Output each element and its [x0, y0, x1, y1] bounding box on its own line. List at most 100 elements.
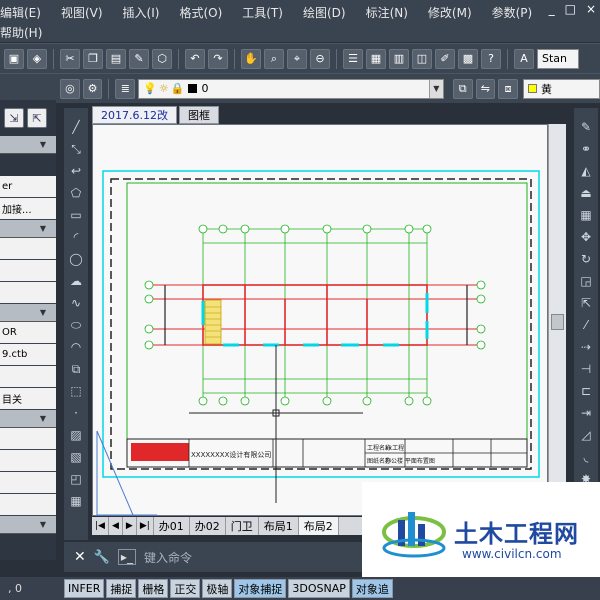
- prev-tab-icon[interactable]: ◀: [109, 517, 123, 535]
- palette-section-header[interactable]: ▼: [0, 516, 56, 534]
- mirror-icon[interactable]: ◭: [577, 162, 595, 180]
- hatch-icon[interactable]: ▨: [67, 426, 85, 444]
- minimize-button[interactable]: _: [549, 2, 555, 16]
- menu-help[interactable]: 帮助(H): [0, 24, 52, 41]
- spline-icon[interactable]: ∿: [67, 294, 85, 312]
- tab-drawing-frame[interactable]: 图框: [178, 106, 219, 124]
- redo-icon[interactable]: ↷: [208, 48, 228, 69]
- tab-layout-gatehouse[interactable]: 门卫: [226, 517, 259, 535]
- text-style-select[interactable]: Stan: [537, 48, 579, 69]
- toggle-infer[interactable]: INFER: [64, 579, 105, 598]
- palette-section-header[interactable]: ▼: [0, 136, 56, 154]
- help-icon[interactable]: ?: [481, 48, 501, 69]
- menu-view[interactable]: 视图(V): [51, 4, 113, 21]
- toggle-polar[interactable]: 极轴: [202, 579, 233, 598]
- join-icon[interactable]: ⇥: [577, 404, 595, 422]
- tab-layout-office02[interactable]: 办02: [190, 517, 226, 535]
- pan-icon[interactable]: ✋: [241, 48, 261, 69]
- scale-icon[interactable]: ◲: [577, 272, 595, 290]
- make-current-icon[interactable]: ⧉: [452, 78, 473, 99]
- tab-layout-1[interactable]: 布局1: [259, 517, 299, 535]
- text-style-icon[interactable]: A: [514, 48, 534, 69]
- polygon-icon[interactable]: ⬠: [67, 184, 85, 202]
- menu-parameters[interactable]: 参数(P): [482, 4, 543, 21]
- zoom-realtime-icon[interactable]: ⌕: [264, 48, 284, 69]
- calculator-icon[interactable]: ▩: [458, 48, 478, 69]
- move-icon[interactable]: ✥: [577, 228, 595, 246]
- ellipse-icon[interactable]: ⬭: [67, 316, 85, 334]
- toggle-ortho[interactable]: 正交: [170, 579, 201, 598]
- color-select[interactable]: 黄: [523, 78, 600, 99]
- toggle-grid[interactable]: 栅格: [138, 579, 169, 598]
- markup-icon[interactable]: ✐: [435, 48, 455, 69]
- rectangle-icon[interactable]: ▭: [67, 206, 85, 224]
- menu-dimension[interactable]: 标注(N): [356, 4, 418, 21]
- table-icon[interactable]: ▦: [67, 492, 85, 510]
- palette-item[interactable]: 目关: [0, 388, 56, 410]
- workspace-icon[interactable]: ◎: [60, 78, 80, 99]
- palette-filter-icon[interactable]: ⇲: [4, 108, 24, 128]
- erase-icon[interactable]: ✎: [577, 118, 595, 136]
- palette-item[interactable]: [0, 238, 56, 260]
- palette-item[interactable]: [0, 366, 56, 388]
- sheet-set-icon[interactable]: ◫: [412, 48, 432, 69]
- toggle-3dosnap[interactable]: 3DOSNAP: [288, 579, 350, 598]
- workspace-settings-icon[interactable]: ⚙: [82, 78, 103, 99]
- chamfer-icon[interactable]: ◿: [577, 426, 595, 444]
- paste-icon[interactable]: ▤: [106, 48, 126, 69]
- palette-item[interactable]: [0, 428, 56, 450]
- break-at-point-icon[interactable]: ⊣: [577, 360, 595, 378]
- menu-tools[interactable]: 工具(T): [232, 4, 293, 21]
- last-tab-icon[interactable]: ▶|: [137, 517, 154, 535]
- layer-select[interactable]: 💡 ☼ 🔒 0 ▼: [138, 78, 444, 99]
- menu-modify[interactable]: 修改(M): [418, 4, 482, 21]
- zoom-window-icon[interactable]: ⌖: [287, 48, 307, 69]
- region-icon[interactable]: ◰: [67, 470, 85, 488]
- palette-item[interactable]: [0, 472, 56, 494]
- revision-cloud-icon[interactable]: ☁: [67, 272, 85, 290]
- tool-palettes-icon[interactable]: ▥: [389, 48, 409, 69]
- array-icon[interactable]: ▦: [577, 206, 595, 224]
- cut-icon[interactable]: ✂: [60, 48, 80, 69]
- palette-item[interactable]: [0, 260, 56, 282]
- fillet-icon[interactable]: ◟: [577, 448, 595, 466]
- menu-format[interactable]: 格式(O): [169, 4, 232, 21]
- offset-icon[interactable]: ⏏: [577, 184, 595, 202]
- close-button[interactable]: ×: [586, 2, 596, 16]
- wrench-icon[interactable]: 🔧: [94, 550, 110, 565]
- palette-section-header[interactable]: ▼: [0, 220, 56, 238]
- layer-previous-icon[interactable]: ⇋: [475, 78, 496, 99]
- layer-state-icon[interactable]: ⧈: [498, 78, 518, 99]
- tab-layout-office01[interactable]: 办01: [154, 517, 190, 535]
- palette-item[interactable]: 9.ctb: [0, 344, 56, 366]
- command-prompt-icon[interactable]: ▸_: [117, 549, 136, 565]
- close-icon[interactable]: ✕: [74, 549, 86, 565]
- menu-edit[interactable]: 编辑(E): [0, 4, 51, 21]
- stretch-icon[interactable]: ⇱: [577, 294, 595, 312]
- circle-icon[interactable]: ◯: [67, 250, 85, 268]
- extend-icon[interactable]: ⇢: [577, 338, 595, 356]
- command-input[interactable]: 键入命令: [144, 549, 192, 566]
- copy-icon[interactable]: ❐: [83, 48, 103, 69]
- design-center-icon[interactable]: ▦: [366, 48, 386, 69]
- properties-icon[interactable]: ☰: [343, 48, 363, 69]
- publish-icon[interactable]: ◈: [27, 48, 47, 69]
- block-editor-icon[interactable]: ⬡: [152, 48, 172, 69]
- next-tab-icon[interactable]: ▶: [123, 517, 137, 535]
- palette-select-icon[interactable]: ⇱: [27, 108, 47, 128]
- insert-block-icon[interactable]: ⧉: [67, 360, 85, 378]
- layer-properties-icon[interactable]: ≣: [115, 78, 136, 99]
- toggle-osnap[interactable]: 对象捕捉: [234, 579, 287, 598]
- toggle-otrack[interactable]: 对象追: [351, 579, 393, 598]
- menu-draw[interactable]: 绘图(D): [293, 4, 356, 21]
- zoom-previous-icon[interactable]: ⊖: [310, 48, 330, 69]
- toggle-snap[interactable]: 捕捉: [106, 579, 137, 598]
- palette-section-header[interactable]: ▼: [0, 304, 56, 322]
- match-properties-icon[interactable]: ✎: [129, 48, 149, 69]
- tab-drawing-2017[interactable]: 2017.6.12改: [92, 106, 177, 124]
- trim-icon[interactable]: ⁄: [577, 316, 595, 334]
- copy-object-icon[interactable]: ⚭: [577, 140, 595, 158]
- polyline-icon[interactable]: ↩: [67, 162, 85, 180]
- palette-item[interactable]: [0, 450, 56, 472]
- palette-item[interactable]: [0, 494, 56, 516]
